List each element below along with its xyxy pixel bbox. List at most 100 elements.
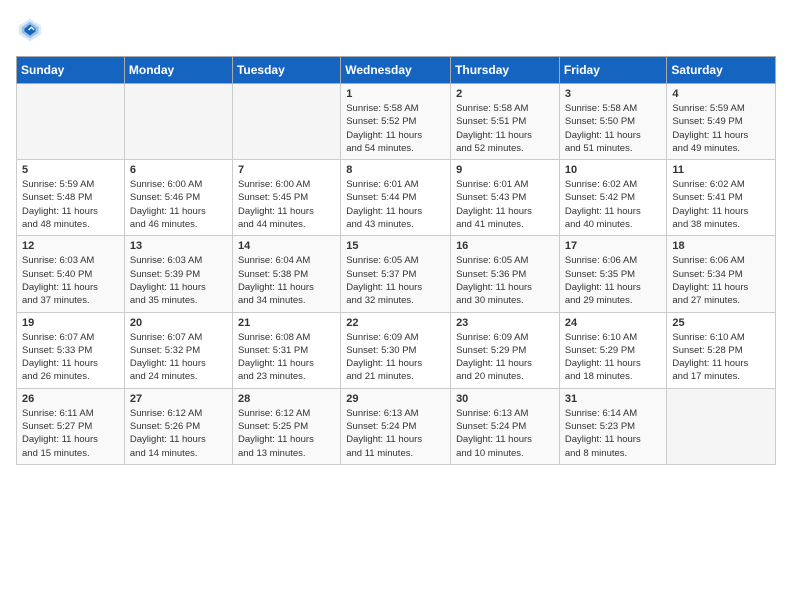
- day-number: 20: [130, 317, 227, 329]
- day-number: 4: [672, 88, 770, 100]
- day-number: 15: [346, 240, 445, 252]
- page-header: [16, 16, 776, 44]
- calendar-cell: 10 Sunrise: 6:02 AM Sunset: 5:42 PM Dayli…: [559, 160, 667, 236]
- calendar-cell: 31 Sunrise: 6:14 AM Sunset: 5:23 PM Dayli…: [559, 388, 667, 464]
- day-info: Sunrise: 6:02 AM Sunset: 5:41 PM Dayligh…: [672, 178, 770, 231]
- day-number: 21: [238, 317, 335, 329]
- day-info: Sunrise: 5:58 AM Sunset: 5:51 PM Dayligh…: [456, 102, 554, 155]
- day-number: 19: [22, 317, 119, 329]
- day-info: Sunrise: 6:08 AM Sunset: 5:31 PM Dayligh…: [238, 331, 335, 384]
- calendar-cell: 20 Sunrise: 6:07 AM Sunset: 5:32 PM Dayli…: [124, 312, 232, 388]
- day-info: Sunrise: 6:12 AM Sunset: 5:25 PM Dayligh…: [238, 407, 335, 460]
- calendar-cell: 5 Sunrise: 5:59 AM Sunset: 5:48 PM Daylig…: [17, 160, 125, 236]
- calendar-cell: 14 Sunrise: 6:04 AM Sunset: 5:38 PM Dayli…: [232, 236, 340, 312]
- day-info: Sunrise: 5:59 AM Sunset: 5:49 PM Dayligh…: [672, 102, 770, 155]
- day-info: Sunrise: 6:05 AM Sunset: 5:37 PM Dayligh…: [346, 254, 445, 307]
- day-number: 31: [565, 393, 662, 405]
- weekday-header-monday: Monday: [124, 57, 232, 84]
- day-info: Sunrise: 6:03 AM Sunset: 5:40 PM Dayligh…: [22, 254, 119, 307]
- calendar-cell: [232, 84, 340, 160]
- calendar-cell: 15 Sunrise: 6:05 AM Sunset: 5:37 PM Dayli…: [341, 236, 451, 312]
- calendar-cell: 22Sunrise: 6:09 AM Sunset: 5:30 PM Dayli…: [341, 312, 451, 388]
- day-number: 9: [456, 164, 554, 176]
- day-info: Sunrise: 6:13 AM Sunset: 5:24 PM Dayligh…: [456, 407, 554, 460]
- logo: [16, 16, 48, 44]
- day-info: Sunrise: 6:02 AM Sunset: 5:42 PM Dayligh…: [565, 178, 662, 231]
- calendar-week-row: 19 Sunrise: 6:07 AM Sunset: 5:33 PM Dayli…: [17, 312, 776, 388]
- weekday-header-friday: Friday: [559, 57, 667, 84]
- day-number: 18: [672, 240, 770, 252]
- calendar-cell: 1 Sunrise: 5:58 AM Sunset: 5:52 PM Daylig…: [341, 84, 451, 160]
- calendar-cell: [17, 84, 125, 160]
- day-info: Sunrise: 5:58 AM Sunset: 5:50 PM Dayligh…: [565, 102, 662, 155]
- weekday-header-wednesday: Wednesday: [341, 57, 451, 84]
- logo-icon: [16, 16, 44, 44]
- calendar-cell: 9 Sunrise: 6:01 AM Sunset: 5:43 PM Daylig…: [451, 160, 560, 236]
- day-info: Sunrise: 6:00 AM Sunset: 5:46 PM Dayligh…: [130, 178, 227, 231]
- day-number: 16: [456, 240, 554, 252]
- day-info: Sunrise: 6:10 AM Sunset: 5:29 PM Dayligh…: [565, 331, 662, 384]
- day-number: 28: [238, 393, 335, 405]
- calendar-cell: 16 Sunrise: 6:05 AM Sunset: 5:36 PM Dayli…: [451, 236, 560, 312]
- day-number: 5: [22, 164, 119, 176]
- day-info: Sunrise: 6:12 AM Sunset: 5:26 PM Dayligh…: [130, 407, 227, 460]
- day-number: 3: [565, 88, 662, 100]
- day-info: Sunrise: 6:00 AM Sunset: 5:45 PM Dayligh…: [238, 178, 335, 231]
- calendar-week-row: 5 Sunrise: 5:59 AM Sunset: 5:48 PM Daylig…: [17, 160, 776, 236]
- calendar-table: SundayMondayTuesdayWednesdayThursdayFrid…: [16, 56, 776, 465]
- day-number: 23: [456, 317, 554, 329]
- calendar-cell: 12 Sunrise: 6:03 AM Sunset: 5:40 PM Dayli…: [17, 236, 125, 312]
- day-info: Sunrise: 6:04 AM Sunset: 5:38 PM Dayligh…: [238, 254, 335, 307]
- calendar-cell: 27 Sunrise: 6:12 AM Sunset: 5:26 PM Dayli…: [124, 388, 232, 464]
- day-info: Sunrise: 6:07 AM Sunset: 5:33 PM Dayligh…: [22, 331, 119, 384]
- calendar-cell: 3 Sunrise: 5:58 AM Sunset: 5:50 PM Daylig…: [559, 84, 667, 160]
- calendar-cell: 7 Sunrise: 6:00 AM Sunset: 5:45 PM Daylig…: [232, 160, 340, 236]
- calendar-cell: 28 Sunrise: 6:12 AM Sunset: 5:25 PM Dayli…: [232, 388, 340, 464]
- calendar-cell: [124, 84, 232, 160]
- day-number: 13: [130, 240, 227, 252]
- day-number: 1: [346, 88, 445, 100]
- day-info: Sunrise: 6:07 AM Sunset: 5:32 PM Dayligh…: [130, 331, 227, 384]
- calendar-cell: 18 Sunrise: 6:06 AM Sunset: 5:34 PM Dayli…: [667, 236, 776, 312]
- day-number: 25: [672, 317, 770, 329]
- day-info: Sunrise: 5:58 AM Sunset: 5:52 PM Dayligh…: [346, 102, 445, 155]
- calendar-cell: 2 Sunrise: 5:58 AM Sunset: 5:51 PM Daylig…: [451, 84, 560, 160]
- day-info: Sunrise: 6:10 AM Sunset: 5:28 PM Dayligh…: [672, 331, 770, 384]
- day-number: 7: [238, 164, 335, 176]
- day-info: Sunrise: 6:05 AM Sunset: 5:36 PM Dayligh…: [456, 254, 554, 307]
- day-number: 24: [565, 317, 662, 329]
- calendar-cell: 26Sunrise: 6:11 AM Sunset: 5:27 PM Dayli…: [17, 388, 125, 464]
- day-number: 10: [565, 164, 662, 176]
- day-number: 8: [346, 164, 445, 176]
- weekday-header-sunday: Sunday: [17, 57, 125, 84]
- calendar-cell: 25 Sunrise: 6:10 AM Sunset: 5:28 PM Dayli…: [667, 312, 776, 388]
- calendar-cell: 19 Sunrise: 6:07 AM Sunset: 5:33 PM Dayli…: [17, 312, 125, 388]
- day-number: 22: [346, 317, 445, 329]
- weekday-header-thursday: Thursday: [451, 57, 560, 84]
- day-info: Sunrise: 6:09 AM Sunset: 5:29 PM Dayligh…: [456, 331, 554, 384]
- day-info: Sunrise: 5:59 AM Sunset: 5:48 PM Dayligh…: [22, 178, 119, 231]
- day-number: 14: [238, 240, 335, 252]
- day-info: Sunrise: 6:11 AM Sunset: 5:27 PM Dayligh…: [22, 407, 119, 460]
- day-number: 2: [456, 88, 554, 100]
- calendar-cell: 8Sunrise: 6:01 AM Sunset: 5:44 PM Daylig…: [341, 160, 451, 236]
- day-info: Sunrise: 6:03 AM Sunset: 5:39 PM Dayligh…: [130, 254, 227, 307]
- day-number: 29: [346, 393, 445, 405]
- day-info: Sunrise: 6:14 AM Sunset: 5:23 PM Dayligh…: [565, 407, 662, 460]
- day-number: 17: [565, 240, 662, 252]
- day-number: 12: [22, 240, 119, 252]
- calendar-week-row: 1 Sunrise: 5:58 AM Sunset: 5:52 PM Daylig…: [17, 84, 776, 160]
- day-number: 27: [130, 393, 227, 405]
- day-number: 30: [456, 393, 554, 405]
- calendar-cell: 4 Sunrise: 5:59 AM Sunset: 5:49 PM Daylig…: [667, 84, 776, 160]
- day-info: Sunrise: 6:13 AM Sunset: 5:24 PM Dayligh…: [346, 407, 445, 460]
- day-info: Sunrise: 6:06 AM Sunset: 5:34 PM Dayligh…: [672, 254, 770, 307]
- day-info: Sunrise: 6:06 AM Sunset: 5:35 PM Dayligh…: [565, 254, 662, 307]
- calendar-cell: [667, 388, 776, 464]
- calendar-week-row: 12 Sunrise: 6:03 AM Sunset: 5:40 PM Dayli…: [17, 236, 776, 312]
- calendar-cell: 23 Sunrise: 6:09 AM Sunset: 5:29 PM Dayli…: [451, 312, 560, 388]
- day-info: Sunrise: 6:01 AM Sunset: 5:43 PM Dayligh…: [456, 178, 554, 231]
- calendar-cell: 24 Sunrise: 6:10 AM Sunset: 5:29 PM Dayli…: [559, 312, 667, 388]
- day-number: 11: [672, 164, 770, 176]
- weekday-header-saturday: Saturday: [667, 57, 776, 84]
